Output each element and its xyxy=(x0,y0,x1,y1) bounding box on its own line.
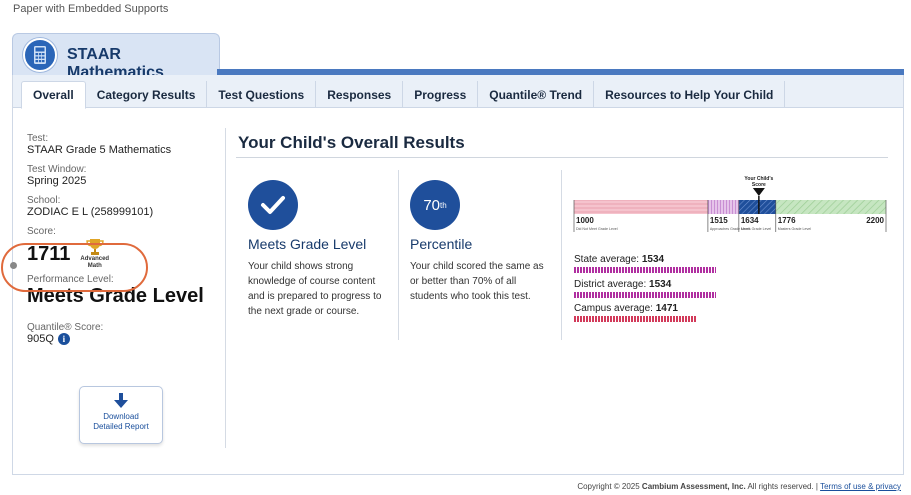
school-value: ZODIAC E L (258999101) xyxy=(27,206,154,218)
copyright-prefix: Copyright © 2025 xyxy=(577,482,642,491)
scale-band-label: Did Not Meet Grade Level xyxy=(576,227,618,231)
download-label-line2: Detailed Report xyxy=(93,422,149,431)
average-bar xyxy=(574,292,717,298)
tab-category-results[interactable]: Category Results xyxy=(86,81,208,108)
average-label: Campus average: 1471 xyxy=(574,303,774,314)
percentile-card-text: Your child scored the same as or better … xyxy=(410,261,544,302)
tab-quantile-trend[interactable]: Quantile® Trend xyxy=(478,81,595,108)
average-label: District average: 1534 xyxy=(574,279,774,290)
terms-link[interactable]: Terms of use & privacy xyxy=(820,482,901,491)
test-value: STAAR Grade 5 Mathematics xyxy=(27,144,172,156)
tab-responses[interactable]: Responses xyxy=(316,81,404,108)
score-label: Score: xyxy=(27,226,56,237)
results-title-rule xyxy=(236,157,888,158)
page-subtitle: Paper with Embedded Supports xyxy=(13,3,169,15)
score-scale-chart: 1000 1515 1634 1776 2200 Did Not Meet Grade L… xyxy=(573,176,887,232)
scale-tick-label: 1515 xyxy=(710,216,728,225)
scale-tick-label: 1000 xyxy=(576,216,594,225)
tab-progress[interactable]: Progress xyxy=(403,81,479,108)
average-bar xyxy=(574,267,717,273)
performance-card-text: Your child shows strong knowledge of cou… xyxy=(248,261,382,317)
checkmark-icon xyxy=(248,180,298,230)
card-divider-1 xyxy=(398,170,399,340)
percentile-card: 70th Percentile Your child scored the sa… xyxy=(410,180,555,304)
average-label: State average: 1534 xyxy=(574,254,774,265)
test-info-sidebar: Test: STAAR Grade 5 Mathematics Test Win… xyxy=(27,133,207,345)
average-row: State average: 1534 xyxy=(574,254,774,273)
average-value: 1534 xyxy=(649,279,672,290)
rights-text: All rights reserved. | xyxy=(745,482,821,491)
percentile-badge: 70th xyxy=(410,180,460,230)
annotation-dot xyxy=(10,262,17,269)
quantile-label: Quantile® Score: xyxy=(27,322,104,333)
average-label-text: State average: xyxy=(574,254,640,265)
scale-band-label: Masters Grade Level xyxy=(778,227,812,231)
performance-card-heading: Meets Grade Level xyxy=(248,236,367,252)
scale-band-label: Meets Grade Level xyxy=(741,227,772,231)
average-value: 1534 xyxy=(641,254,665,265)
average-value: 1471 xyxy=(655,303,678,314)
calculator-icon xyxy=(23,38,57,72)
score-marker-label-line2: Score xyxy=(752,182,766,188)
tab-resources-to-help-your-child[interactable]: Resources to Help Your Child xyxy=(594,81,786,108)
average-bar xyxy=(574,316,698,322)
quantile-value: 905Q xyxy=(27,333,54,345)
card-divider-2 xyxy=(561,170,562,340)
band-did-not-meet xyxy=(574,200,708,214)
percentile-suffix: th xyxy=(440,200,447,210)
company-name: Cambium Assessment, Inc. xyxy=(641,482,746,491)
percentile-number: 70 xyxy=(423,196,440,214)
band-meets xyxy=(738,200,776,214)
download-label-line1: Download xyxy=(103,412,139,421)
average-row: District average: 1534 xyxy=(574,279,774,298)
score-highlight-circle xyxy=(1,243,148,292)
scale-tick-label: 1776 xyxy=(778,216,796,225)
tab-bar: Overall Category Results Test Questions Res… xyxy=(13,75,903,109)
score-marker-arrow xyxy=(752,188,765,196)
app-tab: STAAR Mathematics xyxy=(12,33,220,81)
scale-tick-label: 1634 xyxy=(741,216,759,225)
footer: Copyright © 2025 Cambium Assessment, Inc… xyxy=(577,482,901,491)
average-label-text: District average: xyxy=(574,279,647,290)
scale-max-label: 2200 xyxy=(866,216,884,225)
test-window-value: Spring 2025 xyxy=(27,175,87,187)
download-arrow-icon xyxy=(114,393,128,408)
performance-card: Meets Grade Level Your child shows stron… xyxy=(248,180,388,319)
band-approaches xyxy=(707,200,739,214)
tab-overall[interactable]: Overall xyxy=(21,81,86,109)
average-label-text: Campus average: xyxy=(574,303,653,314)
results-title: Your Child's Overall Results xyxy=(238,133,465,152)
band-masters xyxy=(775,200,886,214)
school-label: School: xyxy=(27,195,61,206)
test-window-label: Test Window: xyxy=(27,164,87,175)
tab-test-questions[interactable]: Test Questions xyxy=(207,81,317,108)
percentile-card-heading: Percentile xyxy=(410,236,473,252)
average-row: Campus average: 1471 xyxy=(574,303,774,322)
download-report-button[interactable]: Download Detailed Report xyxy=(79,386,163,444)
test-label: Test: xyxy=(27,133,49,144)
sidebar-divider xyxy=(225,128,226,448)
info-icon[interactable]: i xyxy=(57,333,70,345)
